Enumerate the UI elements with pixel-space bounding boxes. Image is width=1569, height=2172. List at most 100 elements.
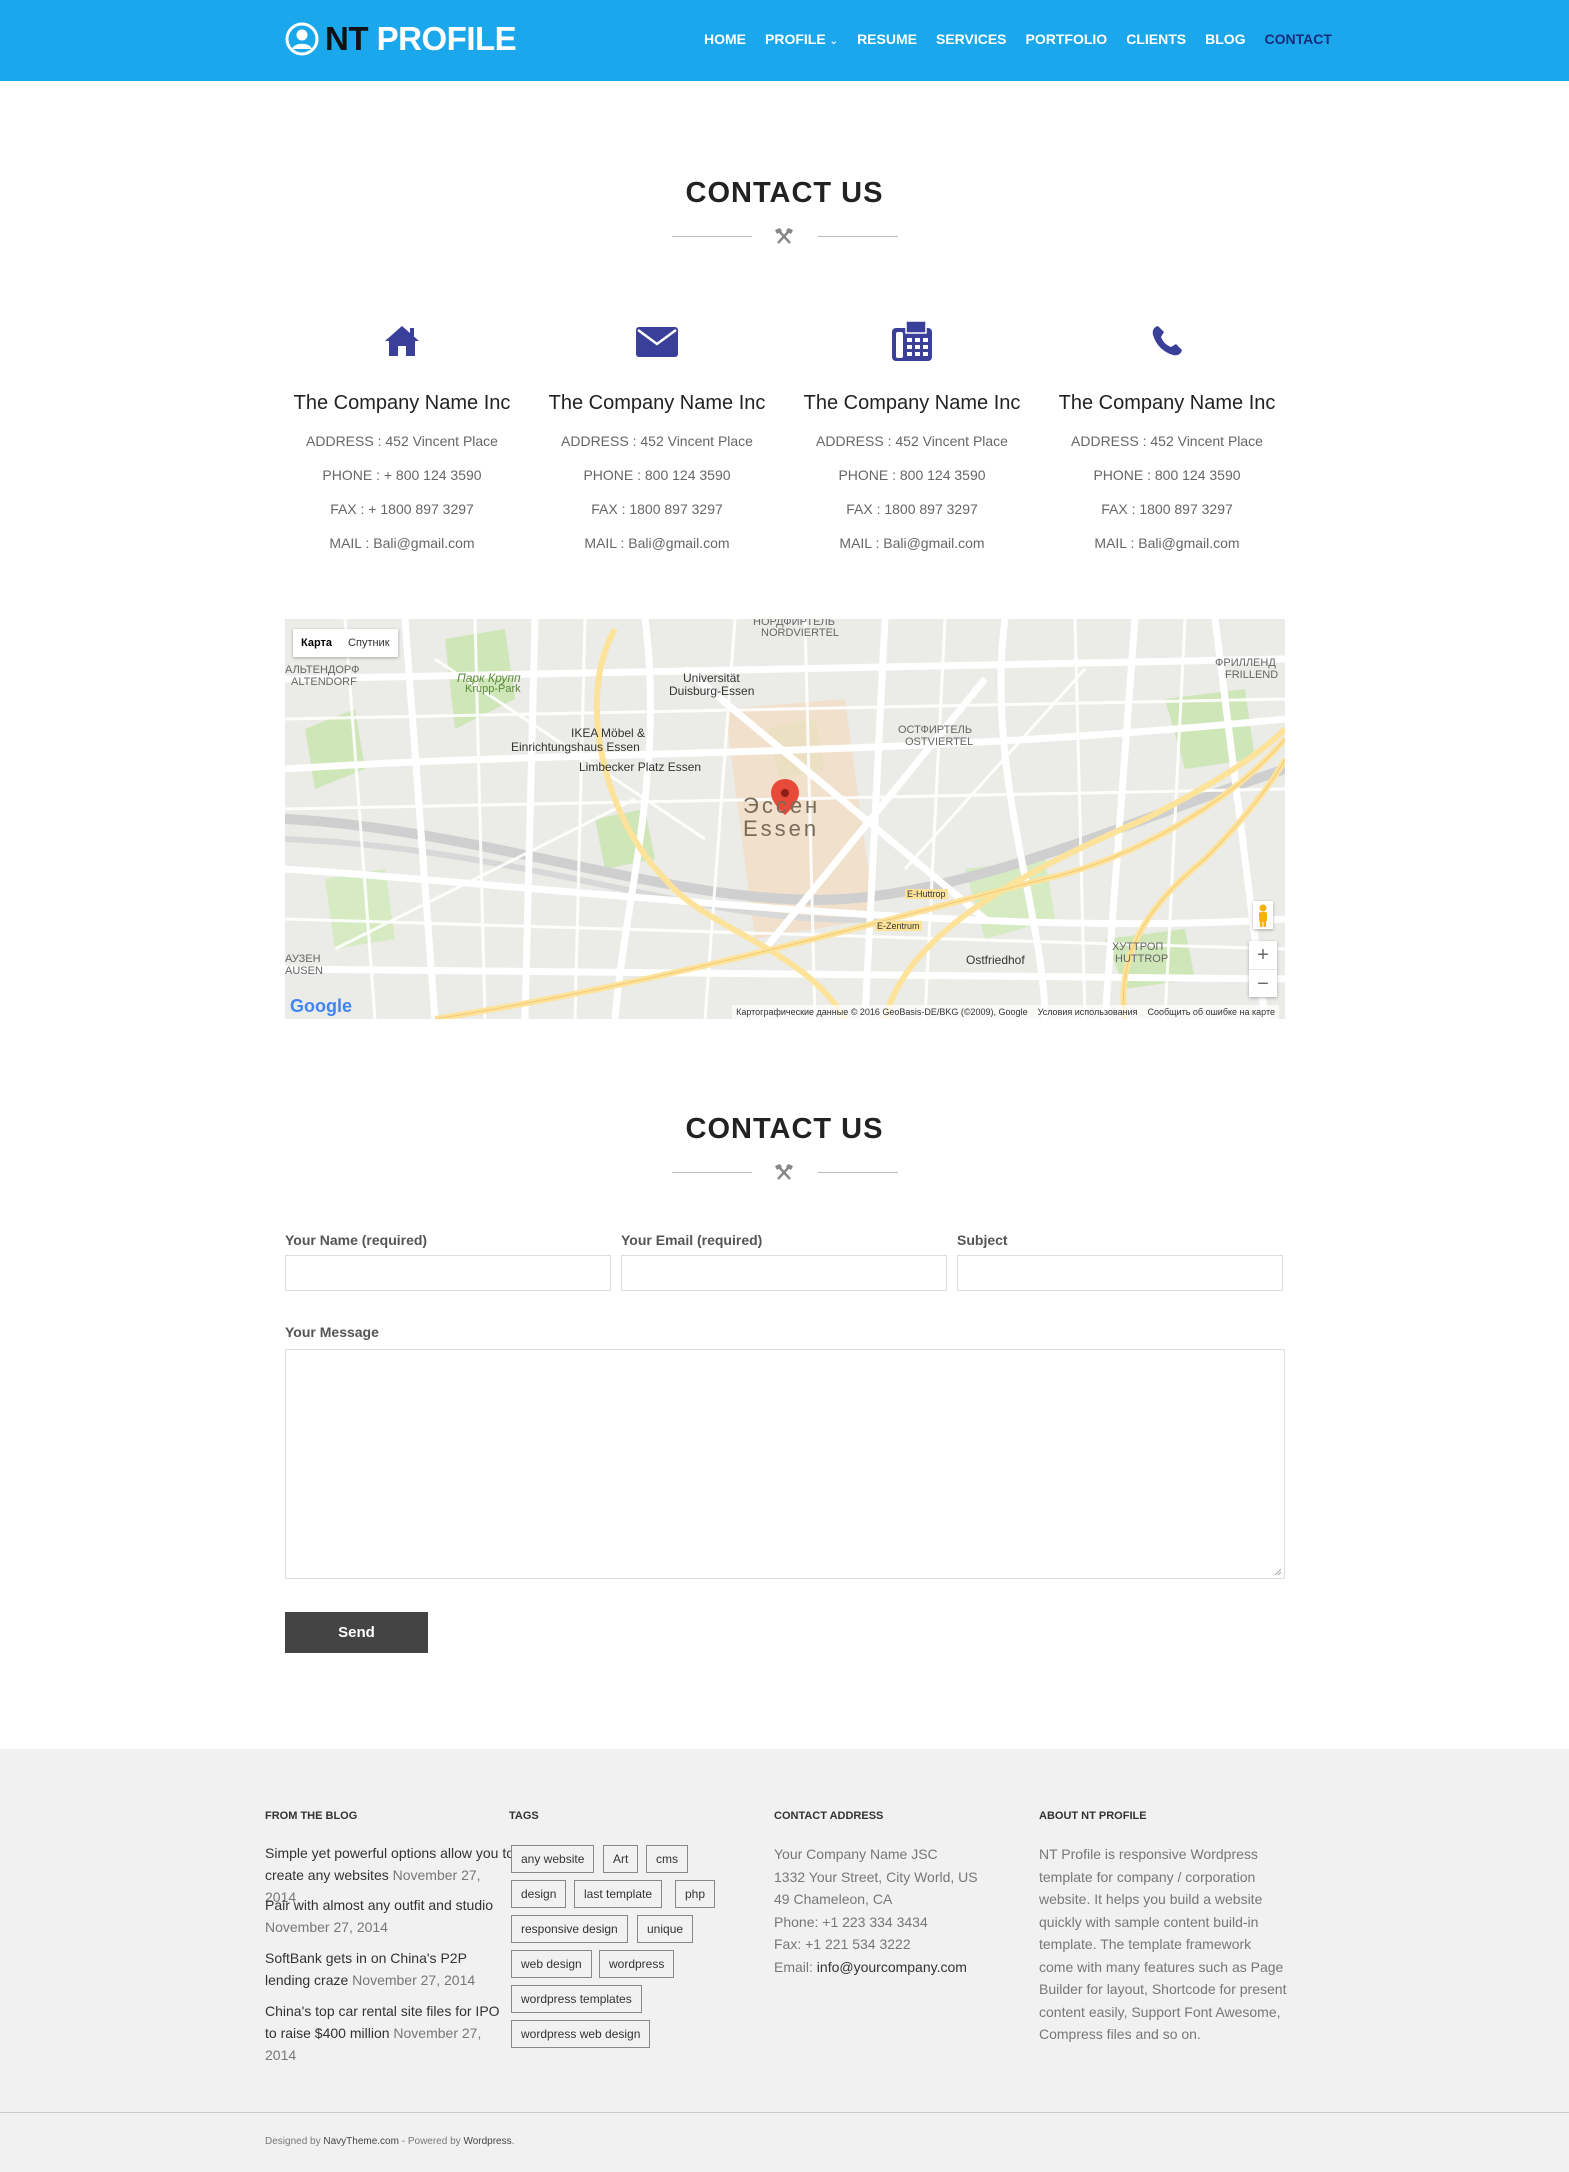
map-type-map-button[interactable]: Карта xyxy=(293,629,340,657)
map-label-ikea-2: Einrichtungshaus Essen xyxy=(511,740,640,754)
site-logo[interactable]: NT PROFILE xyxy=(285,20,517,58)
divider-line xyxy=(818,236,898,237)
phone-line: PHONE : + 800 124 3590 xyxy=(322,467,482,483)
zoom-in-button[interactable]: + xyxy=(1249,941,1277,969)
nav-resume[interactable]: RESUME xyxy=(857,31,917,47)
tag-link[interactable]: wordpress xyxy=(599,1950,675,1978)
map-label-ausen: AUSEN xyxy=(285,965,323,977)
title-divider xyxy=(672,226,898,246)
contact-city: 49 Chameleon, CA xyxy=(774,1891,893,1907)
footer-credits: Designed by NavyTheme.com - Powered by W… xyxy=(265,2136,514,2147)
tag-link[interactable]: wordpress templates xyxy=(511,1985,642,2013)
tag-link[interactable]: unique xyxy=(637,1915,694,1943)
tag-link[interactable]: cms xyxy=(646,1845,688,1873)
map-label-nordviertel: NORDVIERTEL xyxy=(761,627,840,639)
form-section-title: CONTACT US xyxy=(685,1113,884,1145)
blog-post[interactable]: Pair with almost any outfit and studio N… xyxy=(265,1894,515,1938)
blog-post-title[interactable]: Pair with almost any outfit and studio xyxy=(265,1897,493,1913)
title-divider xyxy=(672,1162,898,1182)
company-name: The Company Name Inc xyxy=(803,392,1021,414)
map-type-satellite-button[interactable]: Спутник xyxy=(340,629,397,657)
map-terms-link[interactable]: Условия использования xyxy=(1038,1007,1138,1017)
map-type-control: Карта Спутник xyxy=(293,629,398,657)
subject-input[interactable] xyxy=(957,1255,1283,1291)
company-name: The Company Name Inc xyxy=(548,392,766,414)
phone-icon xyxy=(1039,320,1295,362)
map-label-frillend-ru: ФРИЛЛЕНД xyxy=(1215,657,1276,669)
tag-link[interactable]: web design xyxy=(511,1950,592,1978)
contact-card-phone: The Company Name Inc ADDRESS : 452 Vince… xyxy=(1039,320,1295,551)
designer-link[interactable]: NavyTheme.com xyxy=(323,2136,399,2147)
tag-link[interactable]: last template xyxy=(574,1880,663,1908)
contact-fax: Fax: +1 221 534 3222 xyxy=(774,1936,911,1952)
map-label-ostfriedhof: Ostfriedhof xyxy=(966,953,1025,967)
hammers-icon xyxy=(775,228,793,244)
nav-services[interactable]: SERVICES xyxy=(936,31,1007,47)
tag-link[interactable]: design xyxy=(511,1880,567,1908)
street-view-pegman-icon[interactable] xyxy=(1253,901,1273,929)
contact-card-fax: The Company Name Inc ADDRESS : 452 Vince… xyxy=(784,320,1040,551)
name-label: Your Name (required) xyxy=(285,1232,428,1248)
email-label: Your Email (required) xyxy=(621,1232,763,1248)
contact-card-mail: The Company Name Inc ADDRESS : 452 Vince… xyxy=(529,320,785,551)
contact-section-title: CONTACT US xyxy=(685,177,884,209)
map-label-e-zentrum: E-Zentrum xyxy=(875,921,922,931)
tag-link[interactable]: Art xyxy=(603,1845,639,1873)
nav-contact[interactable]: CONTACT xyxy=(1265,31,1332,47)
tag-link[interactable]: responsive design xyxy=(511,1915,628,1943)
message-textarea[interactable] xyxy=(285,1349,1285,1579)
contact-email-line: Email: info@yourcompany.com xyxy=(774,1956,978,1979)
map-label-huttrop: HUTTROP xyxy=(1115,953,1169,965)
contact-email-link[interactable]: info@yourcompany.com xyxy=(817,1959,967,1975)
email-input[interactable] xyxy=(621,1255,947,1291)
map-label-frillend: FRILLEND xyxy=(1225,669,1279,681)
fax-icon xyxy=(784,320,1040,362)
map-attribution-text: Картографические данные © 2016 GeoBasis-… xyxy=(736,1007,1028,1017)
tag-link[interactable]: any website xyxy=(511,1845,595,1873)
map-label-university: Universität xyxy=(683,671,740,685)
map-report-link[interactable]: Сообщить об ошибке на карте xyxy=(1148,1007,1275,1017)
map-label-ostviertel: OSTVIERTEL xyxy=(905,736,974,748)
divider-line xyxy=(672,236,752,237)
google-logo[interactable]: Google xyxy=(290,996,352,1017)
footer-contact-title: CONTACT ADDRESS xyxy=(774,1810,884,1822)
nav-blog[interactable]: BLOG xyxy=(1205,31,1245,47)
footer-tags-title: TAGS xyxy=(509,1810,539,1822)
map-label-city-ru: Эссен xyxy=(743,793,821,818)
footer-contact-address: Your Company Name JSC 1332 Your Street, … xyxy=(774,1843,978,1978)
google-map[interactable]: Эссен Essen НОРДФИРТЕЛЬ NORDVIERTEL Univ… xyxy=(285,619,1285,1019)
company-name: The Company Name Inc xyxy=(293,392,511,414)
divider-line xyxy=(672,1172,752,1173)
credits-end: . xyxy=(511,2136,515,2147)
nav-home[interactable]: HOME xyxy=(704,31,746,47)
main-nav: HOME PROFILE ⌄ RESUME SERVICES PORTFOLIO … xyxy=(704,31,1351,47)
divider-line xyxy=(818,1172,898,1173)
resize-handle-icon[interactable] xyxy=(1274,1568,1282,1576)
nav-profile[interactable]: PROFILE ⌄ xyxy=(765,31,838,47)
nav-portfolio[interactable]: PORTFOLIO xyxy=(1026,31,1108,47)
blog-post[interactable]: China's top car rental site files for IP… xyxy=(265,2000,515,2066)
map-label-limbecker: Limbecker Platz Essen xyxy=(579,760,702,774)
contact-company: Your Company Name JSC xyxy=(774,1846,938,1862)
mail-line: MAIL : Bali@gmail.com xyxy=(329,535,475,551)
blog-post[interactable]: SoftBank gets in on China's P2P lending … xyxy=(265,1947,515,1991)
map-label-university-2: Duisburg-Essen xyxy=(669,684,755,698)
map-label-altendorf-ru: АЛЬТЕНДОРФ xyxy=(285,664,360,676)
tag-link[interactable]: wordpress web design xyxy=(511,2020,651,2048)
tag-link[interactable]: php xyxy=(675,1880,716,1908)
phone-line: PHONE : 800 124 3590 xyxy=(838,467,986,483)
fax-line: FAX : 1800 897 3297 xyxy=(1101,501,1233,517)
send-button[interactable]: Send xyxy=(285,1612,428,1653)
site-header: NT PROFILE HOME PROFILE ⌄ RESUME SERVICES… xyxy=(0,0,1569,81)
contact-phone: Phone: +1 223 334 3434 xyxy=(774,1913,928,1930)
fax-line: FAX : + 1800 897 3297 xyxy=(330,501,474,517)
nav-clients[interactable]: CLIENTS xyxy=(1126,31,1186,47)
zoom-out-button[interactable]: − xyxy=(1249,969,1277,997)
map-zoom-control: + − xyxy=(1249,941,1277,997)
chevron-down-icon: ⌄ xyxy=(829,36,839,47)
blog-post-date: November 27, 2014 xyxy=(352,1972,476,1988)
address-line: ADDRESS : 452 Vincent Place xyxy=(561,433,753,449)
wordpress-link[interactable]: Wordpress xyxy=(463,2136,511,2147)
name-input[interactable] xyxy=(285,1255,611,1291)
map-label-auzen-ru: АУЗЕН xyxy=(285,953,321,965)
